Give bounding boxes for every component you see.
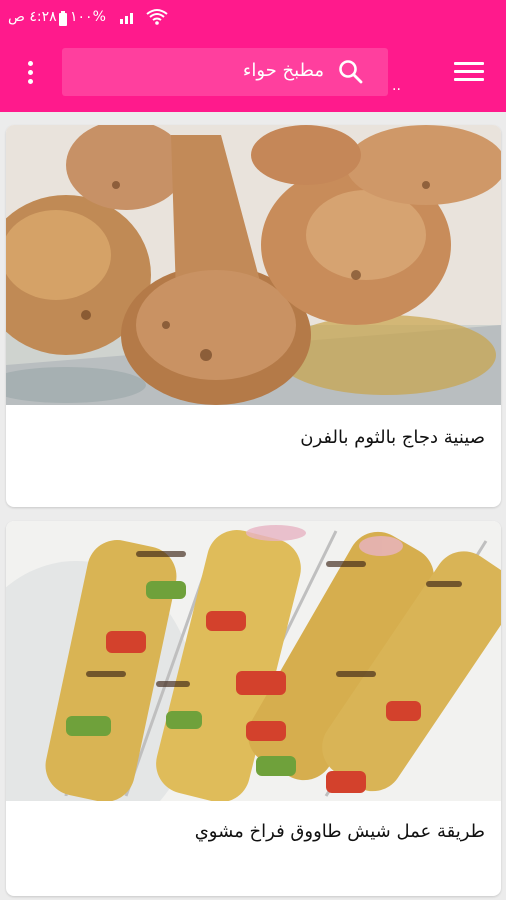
overflow-menu-icon[interactable] bbox=[26, 61, 34, 87]
hamburger-menu-icon[interactable] bbox=[454, 62, 484, 84]
search-bar[interactable]: مطبخ حواء bbox=[62, 48, 388, 96]
recipe-title[interactable]: طريقة عمل شيش طاووق فراخ مشوي bbox=[195, 821, 485, 842]
status-time: ٤:٢٨ ص bbox=[8, 9, 57, 25]
search-icon[interactable] bbox=[338, 59, 364, 85]
shish-tawook-photo bbox=[6, 521, 501, 801]
search-input[interactable]: مطبخ حواء bbox=[243, 60, 324, 81]
baked-chicken-photo bbox=[6, 125, 501, 405]
app-bar: ٤:٢٨ ص ١٠٠% مطبخ حواء .. bbox=[0, 0, 506, 112]
recipe-card[interactable]: طريقة عمل شيش طاووق فراخ مشوي bbox=[6, 521, 501, 896]
recipe-image-baked-chicken[interactable] bbox=[6, 125, 501, 405]
status-bar: ٤:٢٨ ص ١٠٠% bbox=[0, 6, 506, 32]
header-dots: .. bbox=[392, 78, 401, 94]
recipe-card[interactable]: صينية دجاج بالثوم بالفرن bbox=[6, 125, 501, 507]
battery-label: ١٠٠% bbox=[70, 9, 106, 25]
signal-icon bbox=[120, 13, 133, 24]
battery-icon bbox=[59, 11, 67, 26]
wifi-icon bbox=[146, 9, 168, 25]
recipe-image-shish-tawook[interactable] bbox=[6, 521, 501, 801]
recipe-title[interactable]: صينية دجاج بالثوم بالفرن bbox=[300, 427, 485, 448]
